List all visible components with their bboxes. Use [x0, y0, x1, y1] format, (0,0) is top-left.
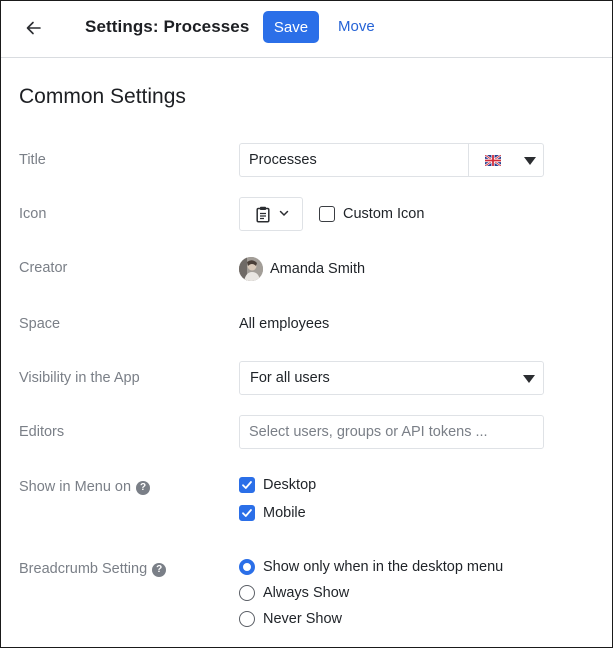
breadcrumb-option-desktop-menu: Show only when in the desktop menu: [263, 559, 504, 575]
visibility-label: Visibility in the App: [19, 370, 140, 386]
show-in-menu-label-text: Show in Menu on: [19, 479, 132, 495]
chevron-down-icon: [279, 210, 289, 217]
mobile-label: Mobile: [263, 505, 306, 521]
settings-window: Settings: Processes Save Move Common Set…: [0, 0, 613, 648]
caret-down-icon: [523, 375, 535, 383]
creator-label: Creator: [19, 260, 68, 276]
avatar: [239, 257, 263, 281]
mobile-checkbox[interactable]: [239, 505, 255, 521]
desktop-label: Desktop: [263, 477, 317, 493]
icon-label: Icon: [19, 206, 47, 222]
title-label: Title: [19, 152, 46, 168]
help-icon[interactable]: ?: [136, 481, 151, 495]
section-title: Common Settings: [19, 85, 186, 108]
arrow-left-icon[interactable]: [23, 17, 45, 39]
editors-label: Editors: [19, 424, 65, 440]
move-link[interactable]: Move: [338, 18, 375, 35]
show-in-menu-label: Show in Menu on?: [19, 479, 151, 495]
page-title: Settings: Processes: [85, 17, 250, 36]
icon-picker[interactable]: [239, 197, 303, 231]
breadcrumb-radio-desktop-menu[interactable]: [239, 559, 255, 575]
creator-name[interactable]: Amanda Smith: [270, 261, 365, 277]
space-label: Space: [19, 316, 61, 332]
editors-input[interactable]: [239, 415, 544, 449]
desktop-checkbox[interactable]: [239, 477, 255, 493]
breadcrumb-option-never: Never Show: [263, 611, 342, 627]
breadcrumb-label: Breadcrumb Setting?: [19, 561, 167, 577]
visibility-value: For all users: [250, 370, 330, 386]
help-icon[interactable]: ?: [152, 563, 167, 577]
space-value: All employees: [239, 316, 330, 332]
clipboard-icon: [256, 206, 270, 223]
breadcrumb-option-always: Always Show: [263, 585, 350, 601]
save-button[interactable]: Save: [263, 11, 319, 43]
language-select[interactable]: [468, 143, 544, 177]
uk-flag-icon: [485, 155, 501, 166]
visibility-select[interactable]: For all users: [239, 361, 544, 395]
custom-icon-checkbox[interactable]: [319, 206, 335, 222]
custom-icon-label: Custom Icon: [343, 206, 425, 222]
title-input[interactable]: Processes: [239, 143, 469, 177]
breadcrumb-radio-never[interactable]: [239, 611, 255, 627]
header-bar: Settings: Processes Save Move: [1, 1, 612, 58]
breadcrumb-label-text: Breadcrumb Setting: [19, 561, 148, 577]
caret-down-icon: [524, 157, 536, 165]
breadcrumb-radio-always[interactable]: [239, 585, 255, 601]
